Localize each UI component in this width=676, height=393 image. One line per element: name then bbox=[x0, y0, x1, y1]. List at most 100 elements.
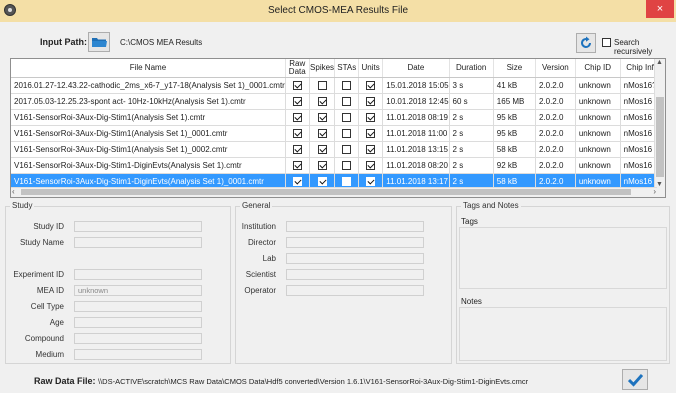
duration-cell: 2 s bbox=[449, 157, 494, 174]
stas-checkbox[interactable] bbox=[342, 177, 352, 187]
units-checkbox[interactable] bbox=[366, 145, 376, 155]
general-field-label: Director bbox=[247, 238, 276, 247]
column-header[interactable]: File Name bbox=[11, 59, 286, 78]
scroll-thumb[interactable] bbox=[656, 97, 664, 177]
column-header[interactable]: Duration bbox=[449, 59, 494, 78]
column-header[interactable]: Raw Data bbox=[285, 59, 310, 78]
file-name-cell: V161-SensorRoi-3Aux-Dig-Stim1-DiginEvts(… bbox=[11, 157, 286, 174]
general-field-input[interactable] bbox=[286, 237, 424, 248]
chip-id-cell: unknown bbox=[575, 109, 621, 126]
study-field-input[interactable] bbox=[74, 349, 202, 360]
close-icon: × bbox=[656, 3, 664, 15]
table-row[interactable]: 2017.05.03-12.25.23-spont act- 10Hz-10kH… bbox=[11, 93, 665, 110]
table-vertical-scrollbar[interactable]: ▲ ▼ bbox=[654, 59, 665, 197]
table-row[interactable]: 2016.01.27-12.43.22-cathodic_2ms_x6-7_y1… bbox=[11, 77, 665, 94]
tags-box[interactable] bbox=[459, 227, 667, 289]
scroll-down-icon[interactable]: ▼ bbox=[656, 181, 663, 188]
browse-folder-button[interactable] bbox=[88, 32, 110, 52]
units-checkbox[interactable] bbox=[366, 97, 376, 107]
tags-notes-group: Tags and Notes Tags Notes bbox=[456, 201, 670, 364]
stas-checkbox[interactable] bbox=[342, 161, 352, 171]
file-name-cell: 2017.05.03-12.25.23-spont act- 10Hz-10kH… bbox=[11, 93, 286, 110]
study-field-label: Compound bbox=[24, 334, 64, 343]
study-group-title: Study bbox=[10, 201, 35, 210]
spikes-checkbox[interactable] bbox=[317, 161, 327, 171]
spikes-cell bbox=[309, 125, 336, 142]
stas-checkbox[interactable] bbox=[342, 129, 352, 139]
ok-button[interactable] bbox=[622, 369, 648, 390]
units-checkbox[interactable] bbox=[366, 113, 376, 123]
table-row[interactable]: V161-SensorRoi-3Aux-Dig-Stim1(Analysis S… bbox=[11, 141, 665, 158]
raw-data-checkbox[interactable] bbox=[292, 97, 302, 107]
size-cell: 58 kB bbox=[493, 141, 536, 158]
stas-checkbox[interactable] bbox=[342, 97, 352, 107]
spikes-checkbox[interactable] bbox=[317, 113, 327, 123]
hscroll-thumb[interactable] bbox=[21, 189, 631, 195]
duration-cell: 3 s bbox=[449, 77, 494, 94]
column-header[interactable]: STAs bbox=[334, 59, 360, 78]
study-field-label: Age bbox=[49, 318, 64, 327]
scroll-right-icon[interactable]: › bbox=[653, 187, 656, 196]
spikes-checkbox[interactable] bbox=[317, 97, 327, 107]
column-header[interactable]: Size bbox=[493, 59, 536, 78]
general-field-label: Institution bbox=[241, 222, 276, 231]
raw-data-checkbox[interactable] bbox=[292, 161, 302, 171]
spikes-checkbox[interactable] bbox=[317, 145, 327, 155]
table-row[interactable]: V161-SensorRoi-3Aux-Dig-Stim1(Analysis S… bbox=[11, 109, 665, 126]
chip-id-cell: unknown bbox=[575, 141, 621, 158]
date-cell: 10.01.2018 12:45 bbox=[382, 93, 450, 110]
raw-data-checkbox[interactable] bbox=[292, 113, 302, 123]
study-field-input[interactable] bbox=[74, 301, 202, 312]
size-cell: 95 kB bbox=[493, 109, 536, 126]
raw-data-checkbox[interactable] bbox=[292, 81, 302, 91]
table-row[interactable]: V161-SensorRoi-3Aux-Dig-Stim1-DiginEvts(… bbox=[11, 157, 665, 174]
raw-data-checkbox[interactable] bbox=[292, 177, 302, 187]
scroll-left-icon[interactable]: ‹ bbox=[12, 187, 15, 196]
column-header[interactable]: Date bbox=[382, 59, 450, 78]
units-cell bbox=[358, 125, 384, 142]
date-cell: 11.01.2018 11:00 bbox=[382, 125, 450, 142]
table-horizontal-scrollbar[interactable]: ‹ › bbox=[11, 187, 657, 197]
column-header[interactable]: Version bbox=[535, 59, 576, 78]
search-recursively-checkbox[interactable] bbox=[602, 38, 611, 47]
results-file-table[interactable]: File Name Raw Data Spikes STAs Units Date Dura… bbox=[10, 58, 666, 198]
column-header[interactable]: Units bbox=[358, 59, 384, 78]
study-field-input[interactable] bbox=[74, 317, 202, 328]
table-row[interactable]: V161-SensorRoi-3Aux-Dig-Stim1(Analysis S… bbox=[11, 125, 665, 142]
raw-data-checkbox[interactable] bbox=[292, 129, 302, 139]
study-field-input[interactable] bbox=[74, 221, 202, 232]
scroll-up-icon[interactable]: ▲ bbox=[656, 59, 663, 66]
file-name-cell: V161-SensorRoi-3Aux-Dig-Stim1(Analysis S… bbox=[11, 141, 286, 158]
general-field-label: Scientist bbox=[245, 270, 276, 279]
input-path-label: Input Path: bbox=[40, 37, 87, 47]
close-button[interactable]: × bbox=[646, 0, 674, 18]
study-field-input[interactable] bbox=[74, 333, 202, 344]
version-cell: 2.0.2.0 bbox=[535, 77, 576, 94]
units-checkbox[interactable] bbox=[366, 177, 376, 187]
duration-cell: 2 s bbox=[449, 109, 494, 126]
spikes-checkbox[interactable] bbox=[317, 177, 327, 187]
general-group-title: General bbox=[240, 201, 273, 210]
refresh-button[interactable] bbox=[576, 33, 596, 53]
units-checkbox[interactable] bbox=[366, 81, 376, 91]
notes-box[interactable] bbox=[459, 307, 667, 361]
general-field-input[interactable] bbox=[286, 269, 424, 280]
general-field-input[interactable] bbox=[286, 285, 424, 296]
spikes-checkbox[interactable] bbox=[317, 81, 327, 91]
study-field-input[interactable] bbox=[74, 269, 202, 280]
raw-data-checkbox[interactable] bbox=[292, 145, 302, 155]
study-field-input[interactable] bbox=[74, 237, 202, 248]
stas-checkbox[interactable] bbox=[342, 81, 352, 91]
chip-id-cell: unknown bbox=[575, 77, 621, 94]
stas-checkbox[interactable] bbox=[342, 145, 352, 155]
general-field-input[interactable] bbox=[286, 253, 424, 264]
units-checkbox[interactable] bbox=[366, 161, 376, 171]
general-field-label: Lab bbox=[262, 254, 276, 263]
spikes-checkbox[interactable] bbox=[317, 129, 327, 139]
column-header[interactable]: Chip ID bbox=[575, 59, 621, 78]
general-field-input[interactable] bbox=[286, 221, 424, 232]
stas-checkbox[interactable] bbox=[342, 113, 352, 123]
units-checkbox[interactable] bbox=[366, 129, 376, 139]
column-header[interactable]: Spikes bbox=[309, 59, 336, 78]
study-field-input[interactable]: unknown bbox=[74, 285, 202, 296]
